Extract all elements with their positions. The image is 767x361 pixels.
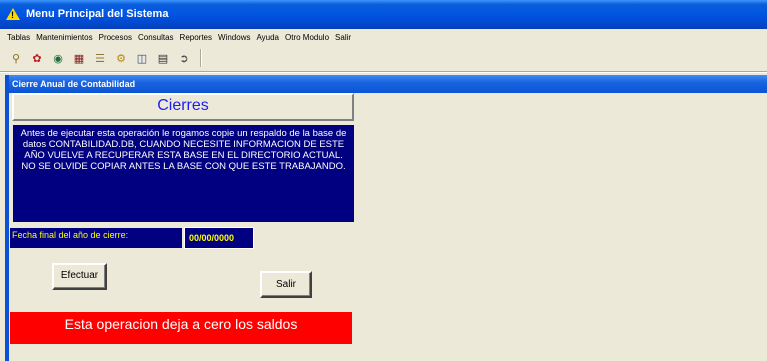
window-title: Menu Principal del Sistema — [26, 8, 169, 20]
menu-procesos[interactable]: Procesos — [99, 33, 132, 42]
menu-reportes[interactable]: Reportes — [180, 33, 212, 42]
record-icon[interactable]: ✿ — [29, 50, 45, 66]
warning-message: Antes de ejecutar esta operación le roga… — [13, 125, 354, 222]
menu-bar: Tablas Mantenimientos Procesos Consultas… — [0, 29, 767, 46]
menu-windows[interactable]: Windows — [218, 33, 250, 42]
toolbar-divider — [0, 71, 767, 73]
closing-date-field[interactable]: 00/00/0000 — [184, 227, 254, 249]
toolbar: ⚲ ✿ ◉ ▦ ☰ ⚙ ◫ ▤ ➲ — [0, 46, 767, 70]
menu-otro-modulo[interactable]: Otro Modulo — [285, 33, 329, 42]
menu-mantenimientos[interactable]: Mantenimientos — [36, 33, 92, 42]
settings-icon[interactable]: ⚙ — [113, 50, 129, 66]
menu-salir[interactable]: Salir — [335, 33, 351, 42]
child-window-title-bar[interactable]: Cierre Anual de Contabilidad — [9, 75, 767, 93]
efectuar-button[interactable]: Efectuar — [52, 263, 107, 290]
table-icon[interactable]: ▦ — [71, 50, 87, 66]
salir-button[interactable]: Salir — [260, 271, 312, 298]
window-icon[interactable]: ▤ — [155, 50, 171, 66]
toolbar-separator — [200, 49, 202, 67]
list-icon[interactable]: ☰ — [92, 50, 108, 66]
warning-icon: ! — [6, 8, 20, 20]
exit-icon[interactable]: ➲ — [176, 50, 192, 66]
search-icon[interactable]: ⚲ — [8, 50, 24, 66]
menu-ayuda[interactable]: Ayuda — [256, 33, 279, 42]
disk-icon[interactable]: ◉ — [50, 50, 66, 66]
menu-consultas[interactable]: Consultas — [138, 33, 174, 42]
alert-banner: Esta operacion deja a cero los saldos — [10, 312, 352, 344]
menu-tablas[interactable]: Tablas — [7, 33, 30, 42]
child-window-cierre-anual: Cierre Anual de Contabilidad Cierres Ant… — [5, 75, 767, 361]
date-label: Fecha final del año de cierre: — [10, 228, 182, 248]
section-heading: Cierres — [12, 93, 354, 121]
tree-icon[interactable]: ◫ — [134, 50, 150, 66]
main-window-title-bar[interactable]: ! Menu Principal del Sistema — [0, 0, 767, 29]
